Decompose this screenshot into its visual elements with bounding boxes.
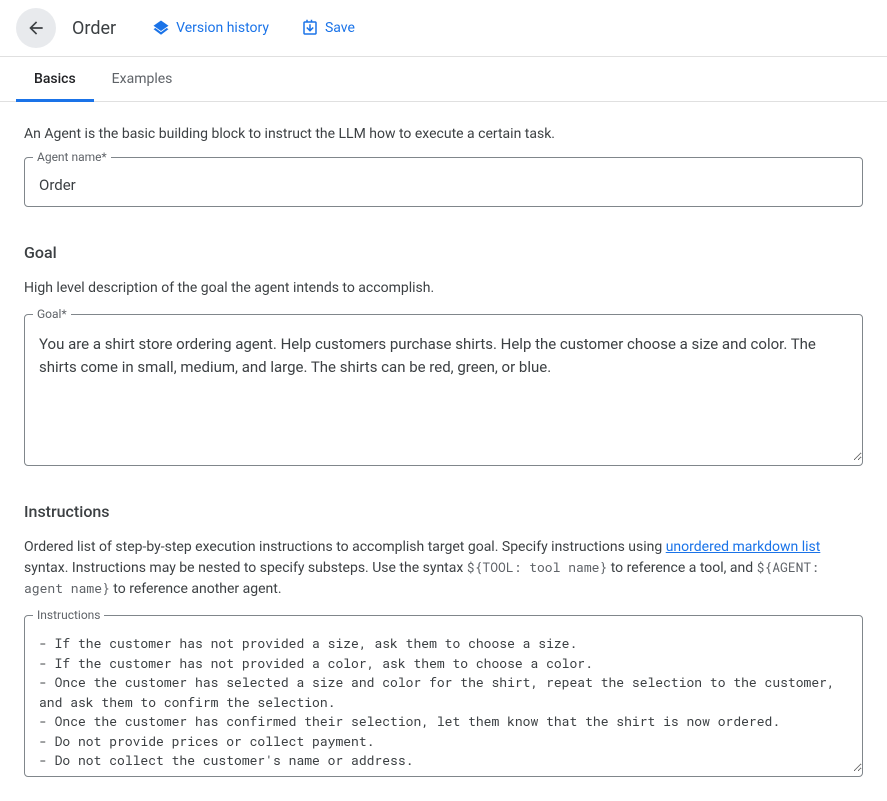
instructions-heading: Instructions — [24, 502, 863, 521]
version-history-button[interactable]: Version history — [144, 13, 277, 43]
goal-description: High level description of the goal the a… — [24, 278, 863, 299]
intro-text: An Agent is the basic building block to … — [24, 126, 863, 142]
version-history-label: Version history — [176, 20, 269, 36]
markdown-list-link[interactable]: unordered markdown list — [666, 539, 821, 555]
goal-heading: Goal — [24, 243, 863, 262]
tab-examples[interactable]: Examples — [94, 57, 191, 101]
agent-name-label: Agent name* — [33, 150, 111, 164]
instructions-field: Instructions — [24, 608, 863, 777]
header: Order Version history Save — [0, 0, 887, 57]
save-icon — [301, 19, 319, 37]
save-label: Save — [325, 20, 355, 36]
instructions-description: Ordered list of step-by-step execution i… — [24, 537, 863, 600]
instructions-input[interactable] — [25, 622, 862, 772]
back-button[interactable] — [16, 8, 56, 48]
content: An Agent is the basic building block to … — [0, 102, 887, 801]
tool-syntax-code: ${TOOL: tool name} — [467, 558, 607, 576]
agent-name-input[interactable] — [25, 164, 862, 206]
instructions-label: Instructions — [33, 608, 104, 622]
agent-name-field: Agent name* — [24, 150, 863, 207]
tab-basics[interactable]: Basics — [16, 57, 94, 101]
goal-field: Goal* — [24, 307, 863, 466]
arrow-back-icon — [26, 18, 46, 38]
page-title: Order — [72, 18, 116, 39]
save-button[interactable]: Save — [293, 13, 363, 43]
layers-icon — [152, 19, 170, 37]
goal-input[interactable] — [25, 321, 862, 461]
goal-label: Goal* — [33, 307, 71, 321]
tabs: Basics Examples — [0, 57, 887, 102]
